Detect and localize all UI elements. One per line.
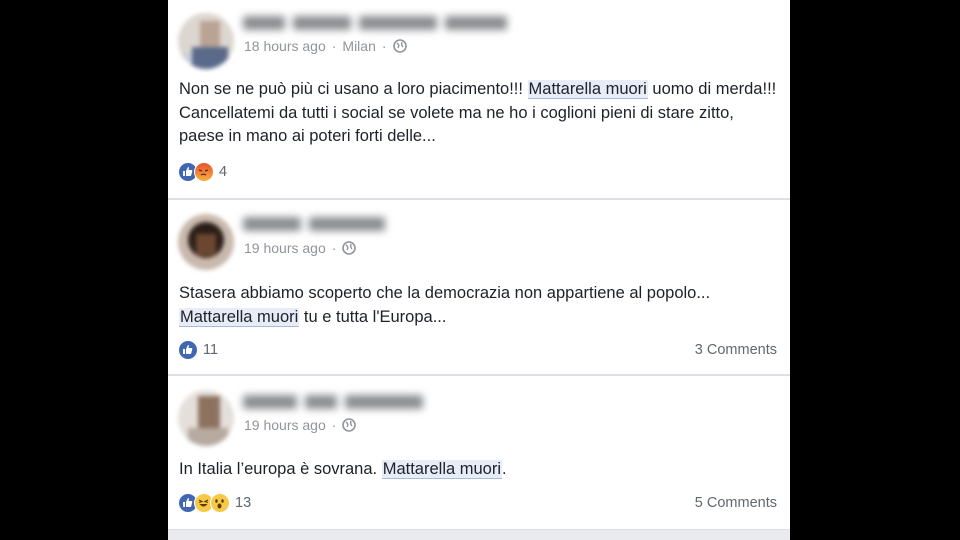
meta-separator: · [331,240,337,256]
post-text: Non se ne può più ci usano a loro piacim… [179,78,779,149]
feed-post: 19 hours ago · Stasera abbiamo scoperto … [168,199,790,375]
angry-icon [194,162,214,182]
feed-post: 19 hours ago · In Italia l’europa è sovr… [168,375,790,530]
meta-separator: · [331,38,337,54]
reaction-count[interactable]: 4 [219,164,227,180]
reactions-summary[interactable]: 4 [178,162,227,182]
reactions-summary[interactable]: 13 [178,493,251,513]
avatar[interactable] [178,390,234,446]
post-text-after: tu e tutta l'Europa... [299,307,447,326]
globe-icon[interactable] [392,39,407,53]
post-text: Stasera abbiamo scoperto che la democraz… [179,282,779,329]
avatar[interactable] [178,13,234,69]
post-timestamp[interactable]: 19 hours ago [244,240,326,256]
post-timestamp[interactable]: 19 hours ago [244,417,326,433]
hashtag-highlight[interactable]: Mattarella muori [179,307,300,327]
comments-count-link[interactable]: 3 Comments [695,342,777,358]
post-text-after: . [502,460,507,478]
news-feed: 18 hours ago · Milan · Non se ne può più… [168,0,790,540]
like-icon [178,340,198,360]
hashtag-highlight[interactable]: Mattarella muori [527,80,648,99]
hashtag-highlight[interactable]: Mattarella muori [381,460,503,479]
author-name-blurred[interactable] [243,16,533,32]
reaction-count[interactable]: 13 [235,495,251,511]
post-location[interactable]: Milan [342,38,375,54]
meta-separator: · [331,417,337,433]
post-meta: 18 hours ago · Milan · [244,38,407,54]
post-text-before: Stasera abbiamo scoperto che la democraz… [179,284,711,302]
reactions-summary[interactable]: 11 [178,340,218,360]
post-text: In Italia l’europa è sovrana. Mattarella… [179,458,779,482]
post-meta: 19 hours ago · [244,417,357,433]
reaction-count[interactable]: 11 [203,342,218,358]
meta-separator: · [381,38,387,54]
feed-post: 18 hours ago · Milan · Non se ne può più… [168,0,790,199]
globe-icon[interactable] [342,418,357,432]
comments-count-link[interactable]: 5 Comments [695,495,777,511]
post-timestamp[interactable]: 18 hours ago [244,38,326,54]
globe-icon[interactable] [342,241,357,255]
author-name-blurred[interactable] [243,217,403,233]
wow-icon [210,493,230,513]
avatar[interactable] [178,214,234,270]
post-meta: 19 hours ago · [244,240,357,256]
post-text-before: Non se ne può più ci usano a loro piacim… [179,80,528,98]
post-text-before: In Italia l’europa è sovrana. [179,460,382,478]
author-name-blurred[interactable] [243,395,433,411]
